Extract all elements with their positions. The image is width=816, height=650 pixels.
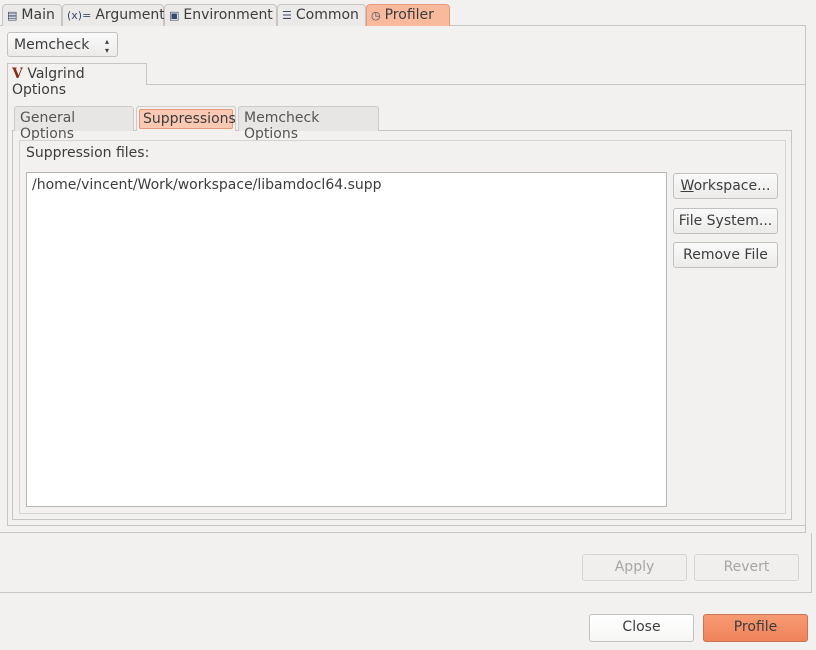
tab-common[interactable]: ☰ Common [277, 4, 366, 26]
tab-main[interactable]: ▤ Main [2, 4, 62, 26]
profile-button[interactable]: Profile [703, 614, 808, 642]
table-icon: ☰ [282, 9, 292, 22]
close-button[interactable]: Close [589, 614, 694, 642]
variable-icon: (x)= [67, 9, 92, 22]
suppression-files-label: Suppression files: [26, 145, 150, 161]
environment-icon: ▣ [169, 9, 180, 22]
subtab-memcheck-options[interactable]: Memcheck Options [238, 106, 379, 142]
tab-arguments[interactable]: (x)= Arguments [62, 4, 172, 26]
list-item[interactable]: /home/vincent/Work/workspace/libamdocl64… [32, 177, 661, 193]
suppression-files-list[interactable]: /home/vincent/Work/workspace/libamdocl64… [26, 172, 667, 507]
clock-icon: ◷ [371, 9, 381, 22]
divider [0, 592, 812, 593]
valgrind-icon: V [12, 66, 23, 82]
subtab-general-options[interactable]: General Options [14, 106, 134, 142]
remove-file-button[interactable]: Remove File [673, 242, 778, 268]
divider-right [811, 533, 812, 593]
updown-icon: ▴ ▾ [104, 37, 109, 55]
revert-button[interactable]: Revert [694, 554, 799, 581]
document-icon: ▤ [7, 9, 18, 22]
file-system-button[interactable]: File System... [673, 208, 778, 234]
apply-button[interactable]: Apply [582, 554, 687, 581]
tab-environment[interactable]: ▣ Environment [164, 4, 277, 26]
workspace-button[interactable]: Workspace... [673, 173, 778, 199]
tab-profiler[interactable]: ◷ Profiler [366, 4, 450, 26]
subtab-suppressions[interactable]: Suppressions [136, 106, 236, 131]
tool-select[interactable]: Memcheck ▴ ▾ [7, 32, 118, 57]
tab-valgrind-options[interactable]: V Valgrind Options [7, 63, 147, 98]
